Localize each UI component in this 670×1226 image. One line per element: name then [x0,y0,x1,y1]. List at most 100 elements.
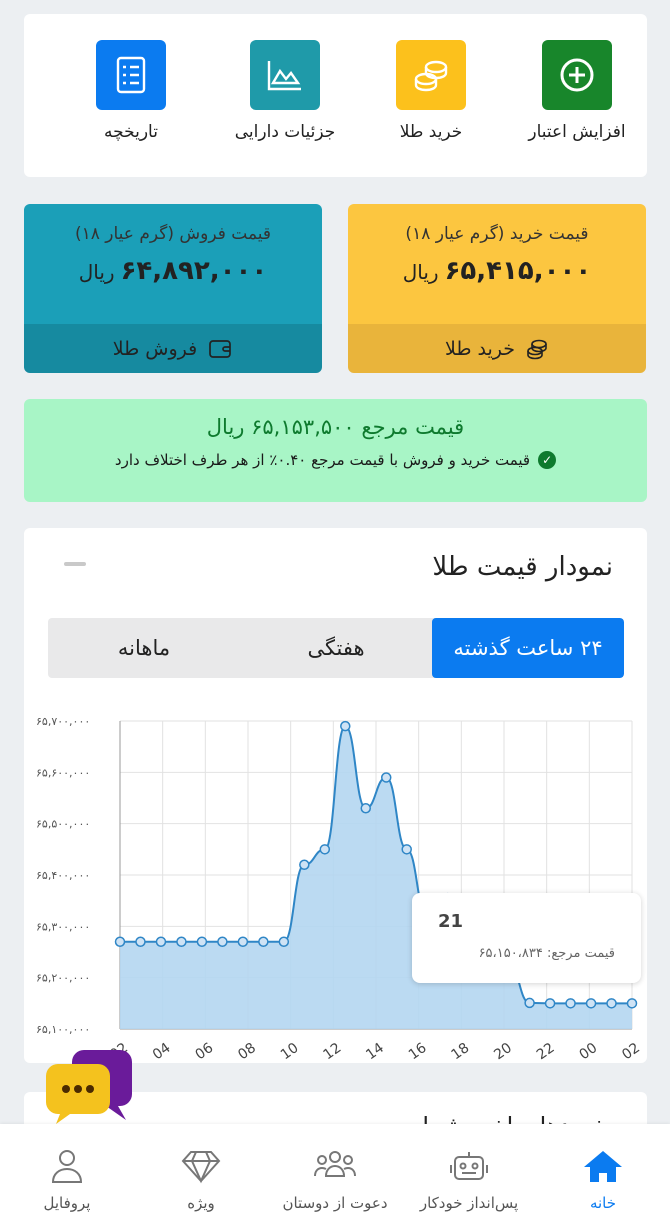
x-tick-label: 10 [278,1040,302,1063]
history-action[interactable]: تاریخچه [61,40,201,142]
x-tick-label: 20 [491,1040,515,1063]
diamond-icon [181,1151,221,1184]
buy-price-unit: ریال [402,260,439,284]
chart-title: نمودار قیمت طلا [432,552,613,582]
bottom-navigation: خانه پس‌انداز خودکار دعوت از دوستان ویژه… [0,1124,670,1226]
nav-home-label: خانه [589,1194,617,1212]
checklist-icon [116,56,146,94]
sell-gold-button[interactable]: فروش طلا [24,324,322,373]
sell-price-value-row: ۶۴,۸۹۲,۰۰۰ریال [24,256,322,286]
x-tick-label: 06 [193,1040,217,1063]
robot-icon [450,1152,488,1180]
nav-profile[interactable]: پروفایل [0,1124,134,1226]
asset-details-label: جزئیات دارایی [234,122,336,142]
y-tick-label: ۶۵,۷۰۰,۰۰۰ [36,715,90,728]
data-point [380,772,392,783]
buy-price-value: ۶۵,۴۱۵,۰۰۰ [444,256,592,286]
asset-details-action[interactable]: جزئیات دارایی [215,40,355,142]
x-tick-label: 16 [406,1040,430,1063]
reference-note-row: ✓ قیمت خرید و فروش با قیمت مرجع ۰.۴۰٪ از… [24,451,647,469]
nav-invite-label: دعوت از دوستان [282,1194,388,1212]
data-point [585,998,597,1009]
data-point [155,936,167,947]
history-tile[interactable] [96,40,166,110]
history-label: تاریخچه [104,122,158,142]
nav-invite[interactable]: دعوت از دوستان [268,1124,402,1226]
y-tick-label: ۶۵,۲۰۰,۰۰۰ [36,972,90,985]
data-point [544,998,556,1009]
nav-auto-save[interactable]: پس‌انداز خودکار [402,1124,536,1226]
wallet-icon [209,339,232,358]
data-point [217,936,228,947]
data-point [565,998,576,1009]
add-credit-action[interactable]: افزایش اعتبار [507,40,647,142]
buy-price-value-row: ۶۵,۴۱۵,۰۰۰ریال [348,256,646,286]
tooltip-hour: 21 [438,911,464,932]
buy-gold-action[interactable]: خرید طلا [361,40,501,142]
data-point [606,998,617,1009]
add-credit-label: افزایش اعتبار [528,122,626,142]
chat-support-icon[interactable] [44,1042,136,1126]
data-point [626,998,638,1009]
x-tick-label: 08 [235,1040,259,1063]
data-point [278,936,290,947]
tab-weekly[interactable]: هفتگی [240,618,432,678]
sell-price-title: قیمت فروش (گرم عیار ۱۸) [74,224,272,244]
chart-range-tabs: ۲۴ ساعت گذشته هفتگی ماهانه [48,618,624,678]
data-point [258,936,269,947]
x-tick-label: 02 [619,1040,643,1063]
asset-details-tile[interactable] [250,40,320,110]
nav-home[interactable]: خانه [536,1124,670,1226]
quick-actions-card: افزایش اعتبار خرید طلا جزئیات دارایی تار… [24,14,647,177]
nav-special[interactable]: ویژه [134,1124,268,1226]
area-chart-icon [267,61,301,91]
tab-monthly[interactable]: ماهانه [48,618,240,678]
data-point [114,936,126,947]
y-tick-label: ۶۵,۵۰۰,۰۰۰ [36,818,90,831]
x-tick-label: 00 [577,1040,601,1063]
x-tick-label: 22 [534,1040,558,1063]
data-point [360,803,372,814]
buy-gold-tile[interactable] [396,40,466,110]
home-icon [584,1151,622,1182]
check-circle-icon: ✓ [538,451,557,469]
buy-gold-button-label: خرید طلا [445,337,515,360]
buy-price-title: قیمت خرید (گرم عیار ۱۸) [405,224,589,244]
sell-gold-button-label: فروش طلا [112,337,198,360]
data-point [135,936,146,947]
users-icon [314,1151,356,1177]
price-chart[interactable]: ۶۵,۷۰۰,۰۰۰ ۶۵,۶۰۰,۰۰۰ ۶۵,۵۰۰,۰۰۰ ۶۵,۴۰۰,۰۰۰… [24,693,647,1063]
sell-price-value: ۶۴,۸۹۲,۰۰۰ [120,256,268,286]
data-point [401,844,412,855]
x-tick-label: 18 [449,1040,473,1063]
data-point [237,936,249,947]
chart-tooltip: 21 قیمت مرجع: ۶۵،۱۵۰،۸۳۴ [412,893,641,983]
x-tick-label: 04 [150,1040,174,1063]
add-credit-tile[interactable] [542,40,612,110]
x-tick-label: 12 [321,1040,345,1063]
reference-price: قیمت مرجع ۶۵,۱۵۳,۵۰۰ ریال [206,415,465,439]
sell-price-card: قیمت فروش (گرم عیار ۱۸) ۶۴,۸۹۲,۰۰۰ریال ف… [24,204,322,373]
data-point [196,936,208,947]
plus-circle-icon [560,58,594,92]
tooltip-value: قیمت مرجع: ۶۵،۱۵۰،۸۳۴ [478,946,615,961]
buy-price-card: قیمت خرید (گرم عیار ۱۸) ۶۵,۴۱۵,۰۰۰ریال خ… [348,204,646,373]
data-point [299,859,310,870]
tab-24h[interactable]: ۲۴ ساعت گذشته [432,618,624,678]
x-tick-label: 14 [363,1040,387,1063]
user-icon [51,1150,83,1183]
y-tick-label: ۶۵,۴۰۰,۰۰۰ [36,869,90,882]
y-tick-label: ۶۵,۳۰۰,۰۰۰ [36,920,90,933]
collapse-button[interactable] [64,562,86,566]
data-point [340,720,351,732]
reference-price-banner: قیمت مرجع ۶۵,۱۵۳,۵۰۰ ریال ✓ قیمت خرید و … [24,399,647,502]
data-point [176,936,187,947]
buy-gold-label: خرید طلا [399,122,463,142]
coins-icon [527,339,547,359]
buy-gold-button[interactable]: خرید طلا [348,324,646,373]
y-tick-label: ۶۵,۶۰۰,۰۰۰ [36,766,90,779]
coins-icon [414,60,448,92]
nav-auto-save-label: پس‌انداز خودکار [419,1194,519,1212]
y-tick-label: ۶۵,۱۰۰,۰۰۰ [36,1023,90,1036]
data-point [319,844,331,855]
